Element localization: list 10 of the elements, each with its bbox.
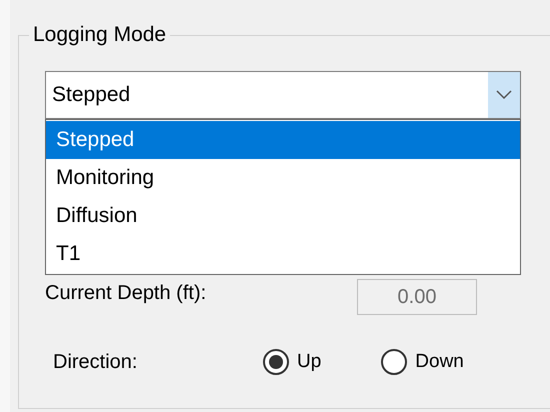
dropdown-option[interactable]: Monitoring xyxy=(46,159,520,197)
chevron-down-icon xyxy=(488,72,520,118)
current-depth-label: Current Depth (ft): xyxy=(45,281,208,305)
dropdown-option[interactable]: Stepped xyxy=(46,121,520,159)
direction-label: Direction: xyxy=(52,350,138,375)
direction-radio[interactable]: Down xyxy=(381,348,464,376)
dropdown-option[interactable]: T1 xyxy=(46,235,520,273)
dropdown-option[interactable]: Diffusion xyxy=(46,197,520,235)
mode-dropdown[interactable]: Stepped xyxy=(45,71,521,119)
direction-radio[interactable]: Up xyxy=(263,348,322,376)
